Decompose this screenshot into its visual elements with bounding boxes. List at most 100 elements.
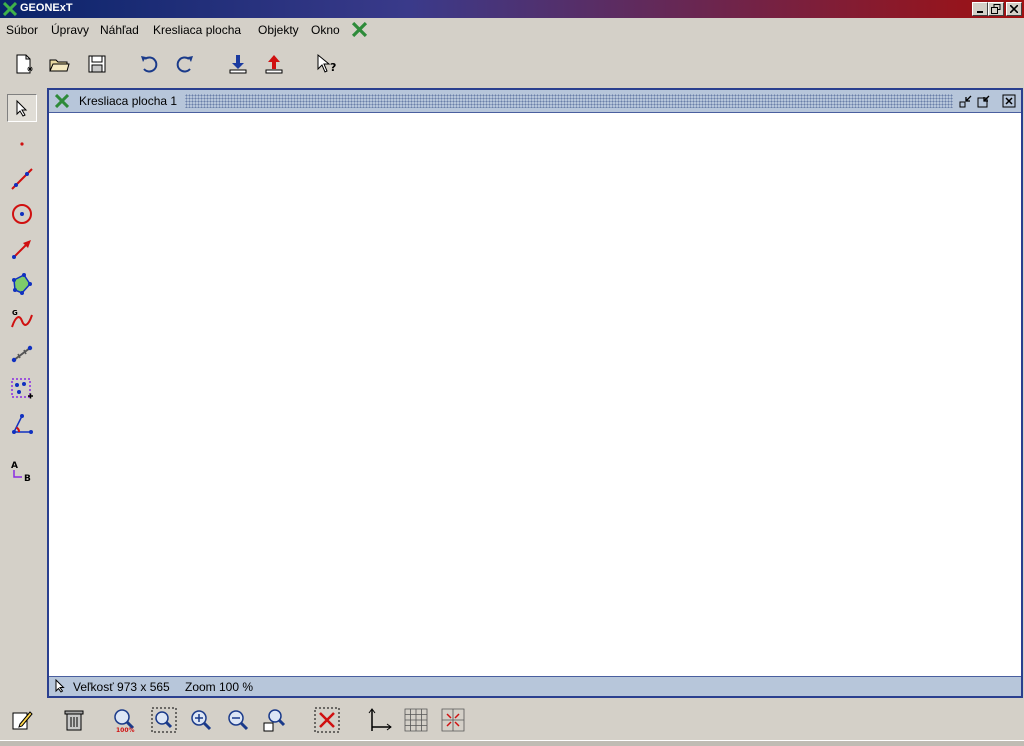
export-icon (265, 55, 283, 74)
close-button[interactable] (1006, 2, 1022, 16)
circle-tool[interactable] (7, 200, 37, 228)
menu-window[interactable]: Okno (311, 23, 340, 37)
measure-tool[interactable] (7, 340, 37, 368)
zoom-fit-button[interactable] (150, 706, 178, 734)
import-icon (229, 55, 247, 74)
point-group-icon (11, 378, 33, 399)
point-tool[interactable] (7, 130, 37, 158)
new-file-icon (16, 54, 33, 74)
minimize-button[interactable] (972, 2, 988, 16)
main-toolbar: ? (0, 42, 1024, 86)
window-title: GEONExT (20, 2, 73, 14)
construction-toolbar: G AB (0, 88, 46, 698)
angle-icon (12, 414, 33, 434)
new-button[interactable] (11, 51, 37, 77)
zoom-in-button[interactable] (187, 706, 215, 734)
point-icon (20, 142, 24, 146)
save-disk-icon (88, 55, 106, 73)
delete-button[interactable] (60, 706, 88, 734)
axes-icon (368, 708, 392, 731)
delete-all-icon (314, 707, 340, 733)
zoom-select-button[interactable] (261, 706, 289, 734)
polygon-icon (12, 273, 32, 295)
restore-icon (991, 4, 1001, 14)
svg-text:B: B (24, 474, 31, 484)
point-group-tool[interactable] (7, 375, 37, 403)
line-tool[interactable] (7, 165, 37, 193)
select-tool[interactable] (7, 94, 37, 122)
vector-tool[interactable] (7, 235, 37, 263)
svg-text:G: G (12, 309, 18, 317)
save-button[interactable] (84, 51, 110, 77)
menu-drawing-board[interactable]: Kresliaca plocha (153, 23, 241, 37)
zoom-fit-icon (151, 707, 177, 733)
open-folder-icon (49, 59, 70, 72)
redo-button[interactable] (172, 51, 198, 77)
close-icon (1002, 94, 1016, 108)
edit-properties-icon (12, 711, 33, 730)
geonext-board-logo-icon (55, 94, 69, 108)
trash-icon (64, 710, 84, 731)
drawing-board-titlebar[interactable]: Kresliaca plocha 1 (49, 90, 1021, 113)
drawing-board-window: Kresliaca plocha 1 Veľkosť 973 x 565 Zoo… (47, 88, 1023, 698)
zoom-100-button[interactable]: 100% (111, 706, 139, 734)
context-help-button[interactable]: ? (314, 51, 340, 77)
undo-button[interactable] (136, 51, 162, 77)
status-bar: Veľkosť 973 x 565 Zoom 100 % (49, 676, 1021, 696)
undo-icon (141, 56, 158, 73)
open-button[interactable] (46, 51, 72, 77)
help-pointer-icon: ? (317, 53, 336, 74)
canvas-size-label: Veľkosť 973 x 565 (73, 680, 170, 694)
export-button[interactable] (261, 51, 287, 77)
snap-to-grid-button[interactable] (439, 706, 467, 734)
measure-distance-icon (11, 345, 33, 363)
title-bar: GEONExT (0, 0, 1024, 18)
grid-icon (404, 708, 428, 732)
titlebar-grip (185, 94, 953, 108)
clear-all-button[interactable] (313, 706, 341, 734)
board-maximize-button[interactable] (976, 93, 992, 109)
svg-text:100%: 100% (116, 727, 135, 733)
geonext-menu-logo-icon[interactable] (352, 22, 367, 37)
polygon-tool[interactable] (7, 270, 37, 298)
menu-edit[interactable]: Úpravy (51, 23, 89, 37)
board-minimize-button[interactable] (958, 93, 974, 109)
redo-icon (176, 56, 193, 73)
board-close-button[interactable] (1001, 93, 1017, 109)
iconify-icon (959, 95, 972, 108)
zoom-in-icon (191, 710, 212, 731)
snap-grid-icon (441, 708, 465, 732)
toggle-axes-button[interactable] (365, 706, 393, 734)
minimize-icon (977, 11, 983, 13)
menu-file[interactable]: Súbor (6, 23, 38, 37)
close-icon (1010, 5, 1018, 13)
menu-view[interactable]: Náhľad (100, 23, 139, 37)
bottom-edge-strip (0, 740, 1024, 746)
line-icon (11, 168, 33, 190)
menu-bar: Súbor Úpravy Náhľad Kresliaca plocha Obj… (0, 18, 1024, 42)
text-label-tool[interactable]: AB (7, 458, 37, 486)
svg-text:?: ? (330, 61, 336, 74)
menu-objects[interactable]: Objekty (258, 23, 299, 37)
zoom-100-icon: 100% (114, 709, 135, 733)
zoom-select-icon (263, 709, 286, 732)
import-button[interactable] (225, 51, 251, 77)
restore-button[interactable] (988, 2, 1004, 16)
vector-icon (12, 240, 31, 259)
svg-text:A: A (11, 461, 18, 471)
text-label-icon: AB (11, 461, 31, 484)
drawing-board-title: Kresliaca plocha 1 (79, 94, 178, 108)
circle-icon (12, 204, 32, 224)
toggle-grid-button[interactable] (402, 706, 430, 734)
zoom-out-button[interactable] (224, 706, 252, 734)
function-graph-icon: G (11, 309, 33, 328)
select-arrow-icon (16, 99, 28, 117)
properties-button[interactable] (8, 706, 36, 734)
function-graph-tool[interactable]: G (7, 305, 37, 333)
bottom-toolbar: 100% (0, 700, 1024, 740)
drawing-canvas[interactable] (49, 113, 1021, 677)
pointer-status-icon (55, 679, 65, 693)
geonext-logo-icon (3, 2, 17, 16)
angle-tool[interactable] (7, 410, 37, 438)
zoom-out-icon (228, 710, 249, 731)
